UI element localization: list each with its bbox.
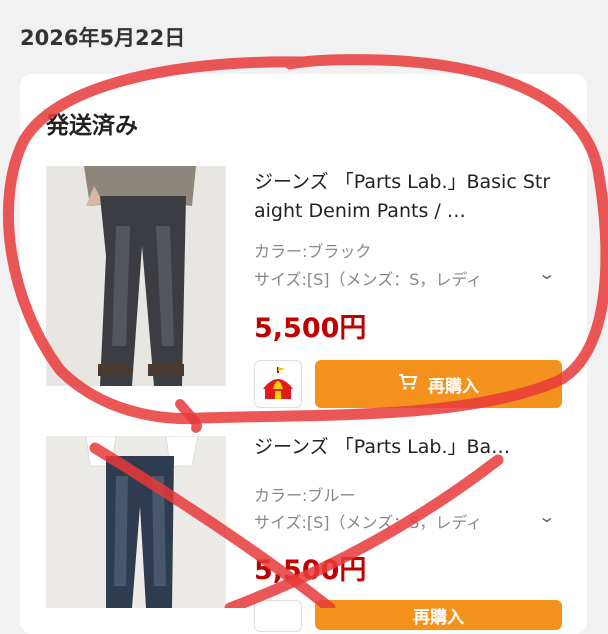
rebuy-label: 再購入 [413,607,464,628]
rebuy-label: 再購入 [428,376,479,397]
product-title[interactable]: ジーンズ 「Parts Lab.」Ba… [254,433,550,462]
cart-icon [398,373,418,396]
product-image[interactable] [46,166,226,386]
product-price: 5,500円 [254,313,367,344]
product-title[interactable]: ジーンズ 「Parts Lab.」Basic Straight Denim Pa… [254,168,554,226]
chevron-down-icon[interactable]: ⌄ [537,264,556,283]
product-price: 5,500円 [254,555,367,586]
product-size: サイズ:[S]（メンズ：S，レディ [254,270,483,289]
product-image[interactable] [46,436,226,608]
shipping-status: 発送済み [46,113,138,139]
product-color: カラー:ブルー [254,486,356,505]
order-date: 2026年5月22日 [20,26,186,50]
rebuy-button[interactable]: 再購入 [315,600,562,630]
rebuy-button[interactable]: 再購入 [315,360,562,408]
chevron-down-icon[interactable]: ⌄ [537,507,556,526]
circus-tent-shop-icon[interactable] [254,600,302,632]
product-size: サイズ:[S]（メンズ：S，レディ [254,513,483,532]
circus-tent-shop-icon[interactable] [254,360,302,408]
product-color: カラー:ブラック [254,242,372,261]
